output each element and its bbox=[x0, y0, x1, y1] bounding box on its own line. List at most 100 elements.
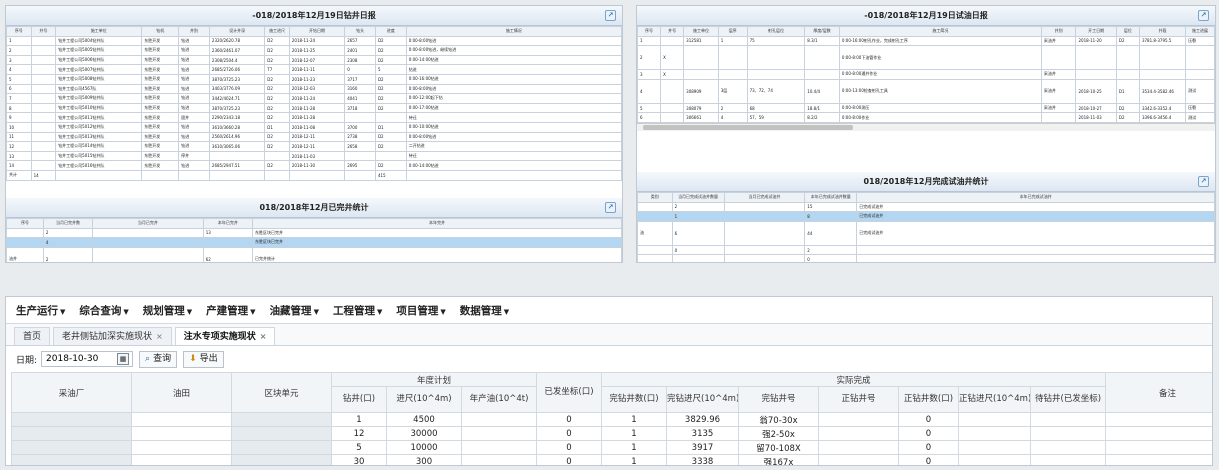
header-drilling-well: 正钻井号 bbox=[818, 386, 899, 413]
tab-0[interactable]: 首页 bbox=[14, 327, 51, 345]
tab-1[interactable]: 老井侧钻加深实施现状 × bbox=[53, 327, 172, 345]
menu-7[interactable]: 数据管理 ▼ bbox=[460, 303, 509, 318]
table-cell: 2018-12-11 bbox=[288, 131, 346, 143]
table-cell bbox=[671, 254, 725, 262]
table-row[interactable]: 1 4500 0 1 3829.96 翁70-30x 0 bbox=[11, 412, 1212, 427]
table-cell: X bbox=[660, 45, 685, 71]
table-row[interactable]: 2 13 东胜区块已完井 bbox=[6, 227, 622, 239]
table-row[interactable]: 0 bbox=[637, 254, 1215, 262]
export-icon[interactable]: ↗ bbox=[1198, 10, 1209, 21]
table-row[interactable]: 14 钻井工程公司5016钻井队 东胜开发 钻进 2685/2947.51 D2 2018-… bbox=[6, 160, 622, 171]
horizontal-scrollbar[interactable] bbox=[637, 122, 1215, 131]
table-cell: 0:00-8:00测压 bbox=[838, 102, 1042, 114]
table-cell: 东胜开发 bbox=[141, 131, 180, 143]
table-cell bbox=[30, 83, 57, 95]
masked-cell bbox=[131, 426, 232, 441]
table-row[interactable]: 11 钻井工程公司5013钻井队 东胜开发 钻进 2560/2614.96 D2 2018-… bbox=[6, 131, 622, 143]
table-row[interactable]: 5 10000 0 1 3917 留70-108X 0 bbox=[11, 440, 1212, 455]
table-cell: 3160 bbox=[344, 83, 376, 95]
menu-2[interactable]: 规划管理 ▼ bbox=[143, 303, 192, 318]
table-cell: 2018-11-03 bbox=[288, 150, 346, 162]
table-row[interactable]: 7 钻井工程公司5009钻井队 东胜开发 钻进 3442/4024.71 D2 2018-1… bbox=[6, 93, 622, 104]
table-row[interactable]: 12 30000 0 1 3135 强2-50x 0 bbox=[11, 426, 1212, 441]
header-completed-count: 完钻井数(口) bbox=[601, 386, 667, 413]
menu-0[interactable]: 生产运行 ▼ bbox=[16, 303, 65, 318]
table-row[interactable]: 2 15 已完成试油井 bbox=[637, 201, 1215, 213]
table-cell: 2685/2726.06 bbox=[208, 64, 266, 75]
table-row[interactable]: 1 钻井工程公司5004钻井队 东胜开发 钻进 2320/2620.78 D2 2018-1… bbox=[6, 35, 622, 47]
table-cell: 钻进 bbox=[178, 83, 210, 95]
cell-done_count: 1 bbox=[601, 412, 667, 427]
export-icon[interactable]: ↗ bbox=[605, 202, 616, 213]
table-cell: D2 bbox=[264, 83, 290, 95]
table-cell bbox=[344, 150, 376, 162]
table-row[interactable]: 5 308079 2 68 18.8/1 0:00-8:00测压 采油井 2018-10-27… bbox=[637, 102, 1215, 114]
chevron-down-icon: ▼ bbox=[123, 307, 129, 316]
table-row[interactable]: 3 钻井工程公司5006钻井队 东胜开发 钻进 2308/2504.4 D2 2018-12… bbox=[6, 54, 622, 66]
table-cell: 2018-11-20 bbox=[1075, 35, 1117, 47]
table-row[interactable]: 13 钻井工程公司5015钻井队 东胜开发 停井 2018-11-03 待迁 bbox=[6, 150, 622, 162]
table-row[interactable]: 30 300 0 1 3338 强167x 0 bbox=[11, 454, 1212, 465]
app-window: 生产运行 ▼ 综合查询 ▼ 规划管理 ▼ 产建管理 ▼ 油藏管理 ▼ 工程管理 ▼ 项目管理 ▼ 数据管理 ▼… bbox=[5, 296, 1213, 466]
table-cell bbox=[856, 244, 1215, 256]
table-row[interactable]: 5 钻井工程公司5008钻井队 东胜开发 钻进 3870/3725.23 D2 2018-1… bbox=[6, 73, 622, 85]
export-icon[interactable]: ↗ bbox=[1198, 176, 1209, 187]
export-icon[interactable]: ↗ bbox=[605, 10, 616, 21]
table-cell: 2018-12-07 bbox=[288, 54, 346, 66]
table-row[interactable]: 8 钻井工程公司5010钻井队 东胜开发 钻进 3870/3725.23 D2 2018-1… bbox=[6, 102, 622, 114]
table-cell: 2401 bbox=[344, 45, 376, 56]
query-button[interactable]: ⌕ 查询 bbox=[139, 350, 178, 368]
cell-done_well: 强2-50x bbox=[738, 426, 819, 441]
table-cell bbox=[6, 237, 44, 248]
table-row[interactable]: 6 306661 4 57、59 8.2/2 0:00-8:00作业 2018-11-03 D… bbox=[637, 112, 1215, 123]
calendar-icon[interactable]: ▦ bbox=[117, 353, 130, 365]
table-row[interactable]: 1 8 已完成试油井 bbox=[637, 211, 1215, 222]
completion-left-title: 018/2018年12月已完井统计 ↗ bbox=[6, 198, 622, 218]
table-row[interactable]: 1 312581 1 75 8.3/1 0:00-16:00射孔作业，完成射孔工序 采油井 2… bbox=[637, 35, 1215, 47]
export-button[interactable]: ⬇ 导出 bbox=[183, 350, 224, 368]
cell-drill: 30 bbox=[331, 454, 387, 465]
cell-remark bbox=[1105, 426, 1212, 441]
table-row[interactable]: 02 bbox=[637, 244, 1215, 256]
table-row[interactable]: 4 钻井工程公司5007钻井队 东胜开发 钻进 2685/2726.06 T7 2018-1… bbox=[6, 64, 622, 75]
menu-label: 工程管理 bbox=[332, 304, 375, 317]
table-cell: 68 bbox=[746, 102, 806, 114]
table-cell: 3层 bbox=[717, 78, 748, 104]
table-row[interactable]: 3 X 0:00-8:00通井作业 采油井 bbox=[637, 69, 1215, 80]
cell-drill: 1 bbox=[331, 412, 387, 427]
menu-3[interactable]: 产建管理 ▼ bbox=[206, 303, 255, 318]
table-row[interactable]: 6 钻井工程公司4567队 东胜开发 钻进 3403/3776.09 D2 2018-12-… bbox=[6, 83, 622, 95]
close-icon[interactable]: × bbox=[156, 332, 163, 341]
table-cell: 测试 bbox=[1185, 112, 1215, 123]
table-cell: 57、59 bbox=[746, 112, 806, 123]
table-cell: 2018-11-30 bbox=[288, 160, 346, 171]
table-cell bbox=[723, 244, 806, 256]
table-cell bbox=[92, 227, 204, 239]
table-cell: 312581 bbox=[683, 35, 719, 47]
menu-5[interactable]: 工程管理 ▼ bbox=[333, 303, 382, 318]
table-row[interactable]: 9 钻井工程公司5011钻井队 东胜开发 固井 2290/2343.18 D2 2018-1… bbox=[6, 112, 622, 123]
cell-remark bbox=[1105, 440, 1212, 455]
oil-report-panel: -018/2018年12月19日试油日报 ↗ 序号 井号 施工单位 层序 射孔层位 厚度/层… bbox=[636, 5, 1216, 263]
table-cell: 2018-11-24 bbox=[288, 35, 346, 47]
menu-4[interactable]: 油藏管理 ▼ bbox=[270, 303, 319, 318]
close-icon[interactable]: × bbox=[260, 332, 267, 341]
table-cell bbox=[55, 169, 143, 181]
table-row[interactable]: 4 308909 3层 73、72、74 10.4/4 0:00-13:00检查射孔工具采… bbox=[637, 78, 1215, 104]
menu-1[interactable]: 综合查询 ▼ bbox=[79, 303, 128, 318]
table-row[interactable]: 12 钻井工程公司5014钻井队 东胜开发 钻进 3610/3065.06 D2 2018-… bbox=[6, 141, 622, 152]
table-cell: 3342.6-3352.4 bbox=[1138, 102, 1187, 114]
table-cell: 415 bbox=[374, 169, 407, 181]
tab-2[interactable]: 注水专项实施现状 × bbox=[174, 327, 276, 345]
table-row[interactable]: 10 钻井工程公司5012钻井队 东胜开发 钻进 3610/3660.28 D1 2018-… bbox=[6, 121, 622, 133]
table-row[interactable]: 油井 2 62 已完井统计 bbox=[6, 246, 622, 262]
table-cell: 钻进 bbox=[178, 93, 210, 104]
cell-done_footage: 3135 bbox=[666, 426, 739, 441]
table-cell: 3610/3065.06 bbox=[208, 141, 266, 152]
table-cell: 东胜开发 bbox=[141, 121, 180, 133]
table-row[interactable]: 油 6 44 已完成试油井 bbox=[637, 220, 1215, 246]
table-row[interactable]: 4 东胜区块已完井 bbox=[6, 237, 622, 248]
menu-6[interactable]: 项目管理 ▼ bbox=[396, 303, 445, 318]
table-row[interactable]: 2 钻井工程公司5005钻井队 东胜开发 钻进 2360/2461.07 D2 2018-1… bbox=[6, 45, 622, 56]
table-row[interactable]: 2 X 0:00-8:00下油管作业 bbox=[637, 45, 1215, 71]
